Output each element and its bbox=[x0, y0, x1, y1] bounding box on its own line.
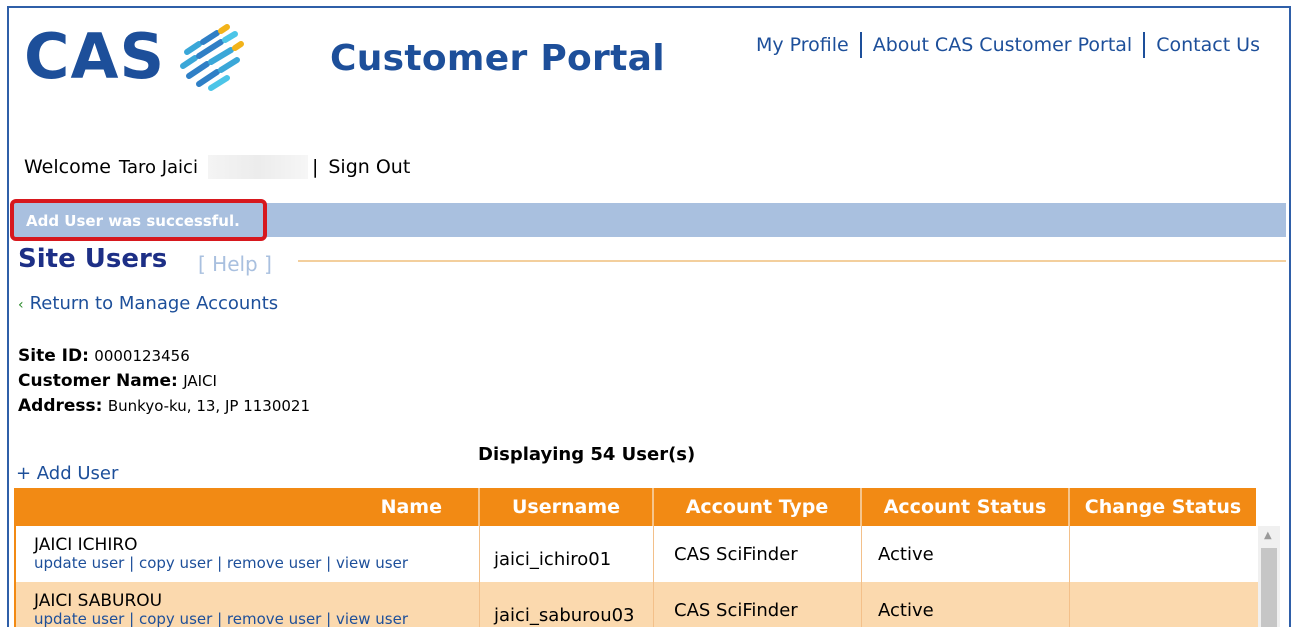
name-cell: JAICI ICHIRO update user | copy user | r… bbox=[16, 526, 480, 582]
return-link-label: Return to Manage Accounts bbox=[29, 293, 279, 314]
column-header-account-status[interactable]: Account Status bbox=[862, 488, 1070, 526]
username-cell: jaici_ichiro01 bbox=[480, 526, 654, 582]
logo-text: CAS bbox=[24, 20, 166, 93]
view-user-link[interactable]: view user bbox=[336, 610, 408, 627]
remove-user-link[interactable]: remove user bbox=[227, 610, 321, 627]
address-value: Bunkyo-ku, 13, JP 1130021 bbox=[107, 397, 310, 415]
page-title: Site Users bbox=[18, 244, 168, 274]
scroll-up-icon[interactable]: ▲ bbox=[1264, 530, 1272, 541]
row-actions: update user | copy user | remove user | … bbox=[34, 554, 409, 573]
column-header-username[interactable]: Username bbox=[480, 488, 654, 526]
portal-title: Customer Portal bbox=[330, 38, 665, 79]
my-profile-link[interactable]: My Profile bbox=[756, 34, 849, 56]
customer-name-value: JAICI bbox=[183, 372, 217, 390]
site-id-row: Site ID: 0000123456 bbox=[18, 346, 190, 366]
update-user-link[interactable]: update user bbox=[34, 610, 124, 627]
account-status-cell: Active bbox=[862, 526, 1070, 582]
redacted-area bbox=[207, 155, 308, 179]
return-link[interactable]: ‹ Return to Manage Accounts bbox=[18, 293, 278, 314]
remove-user-link[interactable]: remove user bbox=[227, 554, 321, 572]
site-id-label: Site ID: bbox=[18, 346, 89, 366]
cas-dots-icon bbox=[180, 24, 245, 91]
about-portal-link[interactable]: About CAS Customer Portal bbox=[873, 34, 1133, 56]
change-status-cell[interactable] bbox=[1070, 526, 1256, 582]
user-full-name: JAICI ICHIRO bbox=[34, 535, 138, 556]
top-nav: My Profile About CAS Customer Portal Con… bbox=[756, 32, 1260, 58]
nav-separator bbox=[859, 32, 862, 58]
contact-us-link[interactable]: Contact Us bbox=[1156, 34, 1260, 56]
account-type-cell: CAS SciFinder bbox=[654, 582, 862, 627]
highlight-box bbox=[10, 199, 267, 241]
change-status-cell[interactable] bbox=[1070, 582, 1256, 627]
copy-user-link[interactable]: copy user bbox=[139, 610, 212, 627]
sign-out-link[interactable]: Sign Out bbox=[328, 156, 410, 178]
username-cell: jaici_saburou03 bbox=[480, 582, 654, 627]
view-user-link[interactable]: view user bbox=[336, 554, 408, 572]
user-full-name: JAICI SABUROU bbox=[34, 591, 163, 612]
address-label: Address: bbox=[18, 396, 103, 416]
column-header-account-type[interactable]: Account Type bbox=[654, 488, 862, 526]
site-id-value: 0000123456 bbox=[94, 347, 190, 365]
scrollbar-thumb[interactable] bbox=[1261, 548, 1277, 627]
address-row: Address: Bunkyo-ku, 13, JP 1130021 bbox=[18, 396, 310, 416]
table-header: Name Username Account Type Account Statu… bbox=[14, 488, 1256, 526]
column-header-name[interactable]: Name bbox=[14, 488, 480, 526]
welcome-separator: | bbox=[311, 156, 319, 178]
name-cell: JAICI SABUROU update user | copy user | … bbox=[16, 582, 480, 627]
update-user-link[interactable]: update user bbox=[34, 554, 124, 572]
table-body: JAICI ICHIRO update user | copy user | r… bbox=[14, 526, 1260, 627]
cas-logo[interactable]: CAS bbox=[24, 22, 249, 92]
column-header-change-status: Change Status bbox=[1070, 488, 1256, 526]
account-status-cell: Active bbox=[862, 582, 1070, 627]
help-link[interactable]: [ Help ] bbox=[198, 252, 272, 276]
customer-name-label: Customer Name: bbox=[18, 371, 178, 391]
customer-name-row: Customer Name: JAICI bbox=[18, 371, 217, 391]
table-row: JAICI SABUROU update user | copy user | … bbox=[16, 582, 1258, 627]
row-actions: update user | copy user | remove user | … bbox=[34, 610, 409, 627]
section-divider bbox=[298, 260, 1286, 262]
chevron-left-icon: ‹ bbox=[18, 297, 24, 313]
add-user-link[interactable]: + Add User bbox=[16, 463, 118, 484]
copy-user-link[interactable]: copy user bbox=[139, 554, 212, 572]
account-type-cell: CAS SciFinder bbox=[654, 526, 862, 582]
welcome-label: Welcome bbox=[24, 156, 111, 178]
user-name: Taro Jaici bbox=[118, 156, 198, 178]
table-row: JAICI ICHIRO update user | copy user | r… bbox=[16, 526, 1258, 582]
welcome-bar: Welcome Taro Jaici | Sign Out bbox=[24, 155, 410, 179]
nav-separator bbox=[1143, 32, 1146, 58]
user-count: Displaying 54 User(s) bbox=[478, 444, 696, 465]
